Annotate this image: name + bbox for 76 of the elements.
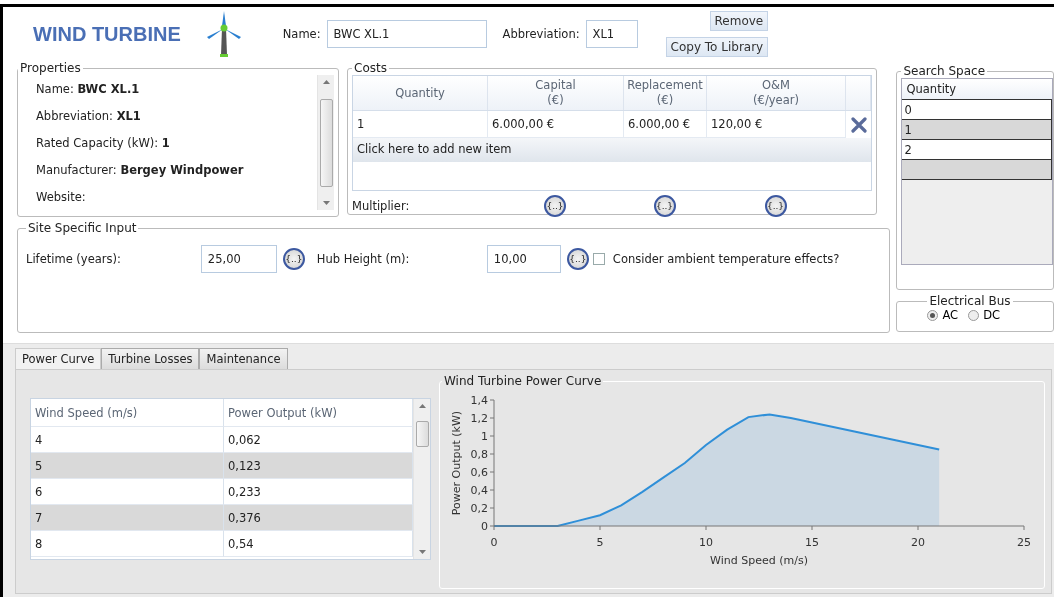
property-text: Manufacturer: Bergey Windpower — [36, 162, 245, 177]
table-cell[interactable]: 0 — [902, 99, 1052, 120]
scroll-down-icon[interactable] — [322, 201, 330, 205]
x-axis-title: Wind Speed (m/s) — [710, 554, 808, 567]
table-cell[interactable]: 2 — [902, 139, 1052, 160]
scroll-thumb[interactable] — [319, 98, 333, 187]
y-tick-label: 1 — [481, 430, 488, 443]
table-cell: 8 — [31, 531, 224, 557]
page-title: WIND TURBINE — [33, 22, 181, 46]
y-tick-label: 0,6 — [470, 466, 488, 479]
lifetime-field[interactable]: 25,00 — [200, 245, 277, 273]
panel-title: Properties — [19, 61, 82, 75]
column-header: O&M (€/year) — [707, 76, 846, 110]
new-row[interactable] — [902, 159, 1052, 180]
table-cell: 5 — [31, 453, 224, 479]
abbreviation-field[interactable]: XL1 — [585, 20, 638, 48]
scrollbar[interactable] — [317, 75, 334, 210]
column-header: Quantity — [902, 79, 1052, 100]
radio-button[interactable]: DC — [968, 308, 1001, 322]
lifetime-label: Lifetime (years): — [26, 252, 121, 266]
radio-button[interactable]: AC — [927, 308, 959, 322]
checkbox-label: Consider ambient temperature effects? — [612, 252, 840, 266]
panel-title: Search Space — [902, 64, 987, 78]
x-tick-label: 5 — [596, 536, 604, 549]
hub-height-field[interactable]: 10,00 — [486, 245, 561, 273]
x-tick-label: 20 — [911, 536, 925, 549]
property-text: Name: BWC XL.1 — [36, 81, 141, 96]
scroll-up-icon[interactable] — [418, 404, 426, 408]
y-tick-label: 1,4 — [470, 394, 488, 407]
chart-title: Wind Turbine Power Curve — [443, 374, 603, 388]
y-tick-label: 0 — [481, 520, 488, 533]
table-cell: 0,376 — [224, 505, 413, 531]
abbreviation-label: Abbreviation: — [502, 27, 580, 41]
remove-button[interactable]: Remove — [709, 11, 769, 31]
sensitivity-button[interactable]: {..} — [282, 248, 305, 270]
column-header: Replacement (€) — [624, 76, 707, 110]
scrollbar[interactable] — [413, 399, 430, 559]
hub-height-label: Hub Height (m): — [316, 252, 411, 266]
property-text: Rated Capacity (kW): 1 — [36, 135, 171, 150]
checkbox[interactable] — [592, 253, 605, 265]
x-tick-label: 25 — [1017, 536, 1031, 549]
scroll-up-icon[interactable] — [322, 80, 330, 84]
panel-title: Electrical Bus — [928, 294, 1012, 308]
panel-title: Costs — [353, 61, 388, 75]
scroll-down-icon[interactable] — [418, 550, 426, 554]
delete-icon[interactable] — [850, 116, 867, 133]
property-text: Website: — [36, 189, 87, 204]
panel-title: Site Specific Input — [27, 221, 138, 235]
table-cell[interactable]: 1 — [902, 119, 1052, 140]
property-text: Abbreviation: XL1 — [36, 108, 142, 123]
tab[interactable]: Turbine Losses — [101, 348, 200, 369]
multiplier-button[interactable]: {..} — [544, 195, 566, 217]
name-field[interactable]: BWC XL.1 — [326, 20, 487, 48]
y-tick-label: 0,2 — [470, 502, 488, 515]
column-header: Capital (€) — [488, 76, 624, 110]
y-axis-title: Power Output (kW) — [450, 410, 463, 516]
table-cell: 7 — [31, 505, 224, 531]
multiplier-button[interactable]: {..} — [653, 195, 676, 217]
x-tick-label: 0 — [490, 536, 498, 549]
multiplier-label: Multiplier: — [352, 199, 411, 213]
y-tick-label: 0,4 — [470, 484, 488, 497]
column-header: Quantity — [353, 76, 488, 110]
y-tick-label: 0,8 — [470, 448, 488, 461]
multiplier-button[interactable]: {..} — [764, 195, 787, 217]
column-header: Wind Speed (m/s) — [31, 399, 224, 427]
add-item-row[interactable]: Click here to add new item — [353, 138, 871, 162]
table-cell: 0,123 — [224, 453, 413, 479]
tab[interactable]: Maintenance — [199, 348, 288, 369]
x-tick-label: 15 — [805, 536, 819, 549]
tab[interactable]: Power Curve — [15, 348, 102, 369]
name-label: Name: — [282, 27, 321, 41]
scroll-thumb[interactable] — [415, 421, 429, 447]
x-tick-label: 10 — [699, 536, 713, 549]
sensitivity-button[interactable]: {..} — [566, 248, 589, 270]
y-tick-label: 1,2 — [470, 412, 488, 425]
copy-to-library-button[interactable]: Copy To Library — [665, 37, 769, 57]
